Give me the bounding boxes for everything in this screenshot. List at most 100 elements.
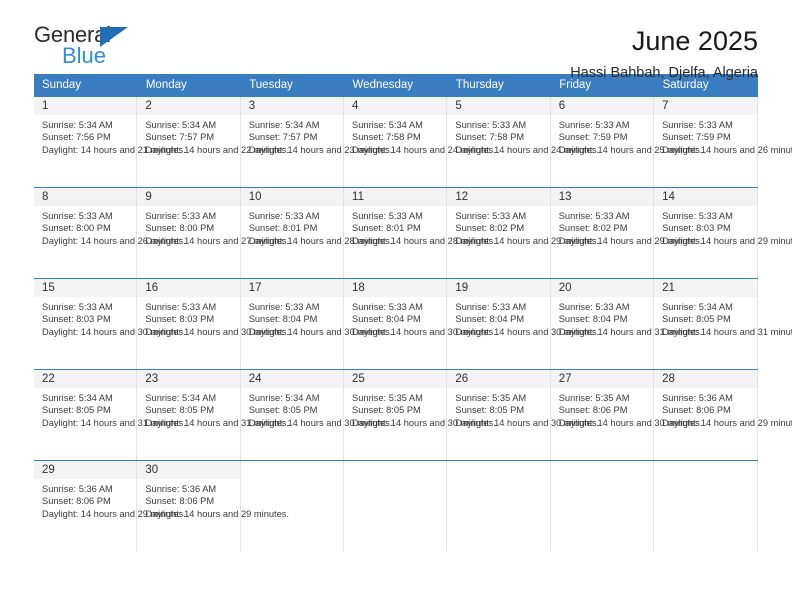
daylight-text: Daylight: 14 hours and 30 minutes. [352,417,496,428]
calendar-day-cell[interactable]: 9 Sunrise: 5:33 AM Sunset: 8:00 PM Daylight… [137,188,290,278]
calendar-day-cell[interactable]: 20 Sunrise: 5:33 AM Sunset: 8:04 PM Dayligh… [550,279,703,369]
calendar-day-cell[interactable]: 14 Sunrise: 5:33 AM Sunset: 8:03 PM Dayligh… [654,188,792,278]
daylight-text: Daylight: 14 hours and 24 minutes. [352,144,496,155]
daylight-text: Daylight: 14 hours and 30 minutes. [248,326,393,337]
daylight-text: Daylight: 14 hours and 31 minutes. [558,326,703,337]
calendar-day-cell[interactable]: 13 Sunrise: 5:33 AM Sunset: 8:02 PM Dayligh… [550,188,703,278]
sunrise-text: Sunrise: 5:33 AM [248,302,320,312]
daylight-text: Daylight: 14 hours and 31 minutes. [662,326,792,337]
day-details: Sunrise: 5:33 AM Sunset: 8:02 PM Daylight:… [551,206,703,247]
calendar-day-cell[interactable]: 18 Sunrise: 5:33 AM Sunset: 8:04 PM Dayligh… [344,279,496,369]
sunrise-text: Sunrise: 5:33 AM [455,302,527,312]
weekday-header-sunday: Sunday [34,74,138,97]
sunset-text: Sunset: 8:04 PM [248,314,318,325]
calendar-day-cell[interactable]: 23 Sunrise: 5:34 AM Sunset: 8:05 PM Dayligh… [137,370,289,460]
day-number [550,461,654,479]
day-details: Sunrise: 5:35 AM Sunset: 8:06 PM Daylight:… [551,388,703,429]
calendar-day-cell[interactable]: 3 Sunrise: 5:34 AM Sunset: 7:57 PM Daylight… [240,97,392,187]
daylight-text: Daylight: 14 hours and 26 minutes. [42,235,186,246]
general-blue-logo[interactable]: General Blue [34,24,154,67]
sunrise-text: Sunrise: 5:36 AM [42,484,113,494]
day-details: Sunrise: 5:33 AM Sunset: 8:04 PM Daylight:… [447,297,600,338]
calendar-day-cell[interactable]: 17 Sunrise: 5:33 AM Sunset: 8:04 PM Dayligh… [240,279,393,369]
sunset-text: Sunset: 8:04 PM [455,314,525,325]
calendar-day-cell[interactable]: 10 Sunrise: 5:33 AM Sunset: 8:01 PM Dayligh… [240,188,393,278]
sunset-text: Sunset: 8:01 PM [248,223,318,234]
daylight-text: Daylight: 14 hours and 30 minutes. [455,326,600,337]
sunset-text: Sunset: 8:05 PM [455,405,525,416]
day-details: Sunrise: 5:33 AM Sunset: 8:01 PM Daylight:… [241,206,393,247]
day-details: Sunrise: 5:33 AM Sunset: 8:02 PM Daylight:… [447,206,599,247]
sunrise-text: Sunrise: 5:33 AM [145,211,217,221]
day-details: Sunrise: 5:34 AM Sunset: 7:57 PM Daylight:… [137,115,290,156]
calendar-empty-cell [654,461,758,551]
day-details: Sunrise: 5:34 AM Sunset: 8:05 PM Daylight:… [34,388,186,429]
day-details: Sunrise: 5:33 AM Sunset: 8:03 PM Daylight:… [654,206,792,247]
sunset-text: Sunset: 7:56 PM [42,132,111,143]
calendar-day-cell[interactable]: 24 Sunrise: 5:34 AM Sunset: 8:05 PM Dayligh… [240,370,393,460]
day-number: 5 [447,97,550,115]
weekday-header-tuesday: Tuesday [240,74,345,97]
calendar-day-cell[interactable]: 12 Sunrise: 5:33 AM Sunset: 8:02 PM Dayligh… [447,188,599,278]
weekday-header-thursday: Thursday [447,74,552,97]
sunrise-text: Sunrise: 5:36 AM [662,393,733,403]
sunrise-text: Sunrise: 5:33 AM [455,211,527,221]
day-details: Sunrise: 5:33 AM Sunset: 8:04 PM Daylight:… [344,297,496,338]
calendar-day-cell[interactable]: 5 Sunrise: 5:33 AM Sunset: 7:58 PM Daylight… [447,97,600,187]
day-details: Sunrise: 5:35 AM Sunset: 8:05 PM Daylight:… [447,388,599,429]
weekday-header-monday: Monday [137,74,242,97]
sunrise-text: Sunrise: 5:33 AM [352,211,423,221]
sunrise-text: Sunrise: 5:33 AM [145,302,217,312]
calendar-day-cell[interactable]: 2 Sunrise: 5:34 AM Sunset: 7:57 PM Daylight… [137,97,290,187]
sunrise-text: Sunrise: 5:34 AM [248,120,320,130]
calendar-day-cell[interactable]: 25 Sunrise: 5:35 AM Sunset: 8:05 PM Dayligh… [344,370,496,460]
sunset-text: Sunset: 8:00 PM [42,223,111,234]
day-number: 10 [240,188,344,206]
sunset-text: Sunset: 8:05 PM [248,405,318,416]
daylight-text: Daylight: 14 hours and 31 minutes. [42,417,186,428]
calendar-day-cell[interactable]: 30 Sunrise: 5:36 AM Sunset: 8:06 PM Dayligh… [137,461,289,551]
daylight-text: Daylight: 14 hours and 28 minutes. [248,235,393,246]
sunrise-text: Sunrise: 5:35 AM [352,393,423,403]
sunset-text: Sunset: 8:06 PM [558,405,628,416]
calendar-day-cell[interactable]: 7 Sunrise: 5:33 AM Sunset: 7:59 PM Daylight… [654,97,792,187]
calendar-empty-cell [344,461,448,551]
day-number: 17 [240,279,344,297]
calendar-day-cell[interactable]: 22 Sunrise: 5:34 AM Sunset: 8:05 PM Dayligh… [34,370,186,460]
calendar-day-cell[interactable]: 16 Sunrise: 5:33 AM Sunset: 8:03 PM Dayligh… [137,279,289,369]
day-details: Sunrise: 5:34 AM Sunset: 8:05 PM Daylight:… [241,388,393,429]
sunrise-text: Sunrise: 5:34 AM [42,120,113,130]
daylight-text: Daylight: 14 hours and 29 minutes. [662,235,792,246]
calendar-day-cell[interactable]: 21 Sunrise: 5:34 AM Sunset: 8:05 PM Dayligh… [654,279,792,369]
daylight-text: Daylight: 14 hours and 29 minutes. [558,235,703,246]
calendar-day-cell[interactable]: 1 Sunrise: 5:34 AM Sunset: 7:56 PM Daylight… [34,97,186,187]
logo-text-blue: Blue [62,43,107,68]
daylight-text: Daylight: 14 hours and 22 minutes. [145,144,290,155]
calendar-day-cell[interactable]: 11 Sunrise: 5:33 AM Sunset: 8:01 PM Dayligh… [344,188,496,278]
calendar-day-cell[interactable]: 8 Sunrise: 5:33 AM Sunset: 8:00 PM Daylight… [34,188,186,278]
sunset-text: Sunset: 8:02 PM [455,223,525,234]
day-number: 24 [240,370,344,388]
page-header: General Blue June 2025 Hassi Bahbah, Dje… [34,0,758,82]
calendar-day-cell[interactable]: 4 Sunrise: 5:34 AM Sunset: 7:58 PM Daylight… [344,97,496,187]
calendar-day-cell[interactable]: 28 Sunrise: 5:36 AM Sunset: 8:06 PM Dayligh… [654,370,792,460]
sunset-text: Sunset: 7:59 PM [558,132,628,143]
calendar-day-cell[interactable]: 15 Sunrise: 5:33 AM Sunset: 8:03 PM Dayligh… [34,279,186,369]
sunrise-text: Sunrise: 5:33 AM [455,120,527,130]
day-number: 13 [550,188,654,206]
sunrise-text: Sunrise: 5:33 AM [558,211,630,221]
calendar-day-cell[interactable]: 27 Sunrise: 5:35 AM Sunset: 8:06 PM Dayligh… [550,370,703,460]
calendar-day-cell[interactable]: 6 Sunrise: 5:33 AM Sunset: 7:59 PM Daylight… [550,97,702,187]
calendar-day-cell[interactable]: 19 Sunrise: 5:33 AM Sunset: 8:04 PM Dayligh… [447,279,600,369]
sunset-text: Sunset: 7:58 PM [455,132,525,143]
calendar-day-cell[interactable]: 29 Sunrise: 5:36 AM Sunset: 8:06 PM Dayligh… [34,461,186,551]
calendar-day-cell[interactable]: 26 Sunrise: 5:35 AM Sunset: 8:05 PM Dayligh… [447,370,599,460]
daylight-text: Daylight: 14 hours and 27 minutes. [145,235,290,246]
sunset-text: Sunset: 7:58 PM [352,132,421,143]
sunset-text: Sunset: 8:04 PM [558,314,628,325]
daylight-text: Daylight: 14 hours and 24 minutes. [455,144,600,155]
sunrise-text: Sunrise: 5:34 AM [42,393,113,403]
day-number: 21 [654,279,757,297]
day-number: 25 [344,370,447,388]
day-details: Sunrise: 5:33 AM Sunset: 7:58 PM Daylight:… [447,115,600,156]
